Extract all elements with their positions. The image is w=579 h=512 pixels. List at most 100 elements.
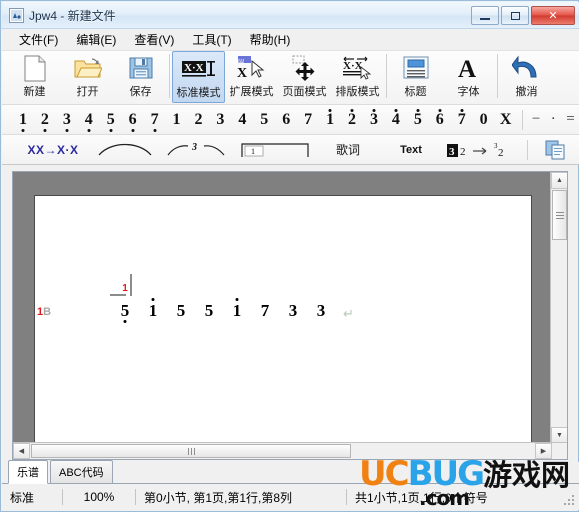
score-note-7[interactable]: 3 <box>279 296 307 326</box>
note-low-7[interactable]: 7 <box>144 107 166 133</box>
menu-file[interactable]: 文件(F) <box>10 29 67 50</box>
note-high-2[interactable]: 2 <box>341 107 363 133</box>
dot-extend-button[interactable]: · <box>545 111 562 128</box>
score-note-5[interactable]: 1 <box>223 296 251 326</box>
horizontal-scroll-thumb[interactable] <box>31 444 351 458</box>
view-tabs: 乐谱 ABC代码 <box>2 460 579 484</box>
resize-grip-icon[interactable] <box>564 495 576 507</box>
row-marker-letter: B <box>43 306 52 318</box>
menu-help[interactable]: 帮助(H) <box>241 29 300 50</box>
octave-dot-below-icon <box>123 320 127 323</box>
title-button[interactable]: 标题 <box>389 51 442 103</box>
svg-text:1: 1 <box>251 147 255 156</box>
triplet-button[interactable]: 3 <box>160 137 234 163</box>
note-mid-3[interactable]: 3 <box>209 107 231 133</box>
note-low-1[interactable]: 1 <box>12 107 34 133</box>
note-low-3[interactable]: 3 <box>56 107 78 133</box>
document-area[interactable]: 1 B 1 5 1 5 5 1 7 3 3 ↵ ▲ ▼ ◀ ▶ <box>12 171 568 460</box>
font-button[interactable]: A 字体 <box>442 51 495 103</box>
page-mode-button[interactable]: 页面模式 <box>278 51 331 103</box>
horizontal-scrollbar[interactable]: ◀ ▶ <box>13 442 567 459</box>
rest-button[interactable]: 0 <box>473 107 495 133</box>
scroll-right-button[interactable]: ▶ <box>535 443 552 459</box>
tab-abc-code-label: ABC代码 <box>59 467 104 479</box>
note-low-4[interactable]: 4 <box>78 107 100 133</box>
note-high-5[interactable]: 5 <box>407 107 429 133</box>
score-note-2[interactable]: 1 <box>139 296 167 326</box>
status-zoom: 100% <box>83 490 115 504</box>
status-mode: 标准 <box>10 490 35 505</box>
note-toolbar-separator <box>521 109 523 130</box>
menu-tools[interactable]: 工具(T) <box>183 29 240 50</box>
note-high-6[interactable]: 6 <box>429 107 451 133</box>
minimize-button[interactable] <box>471 6 499 25</box>
vertical-scroll-thumb[interactable] <box>552 190 567 240</box>
maximize-button[interactable] <box>501 6 529 25</box>
lyrics-button[interactable]: 歌词 <box>316 137 380 163</box>
repeat-bracket-icon: 1 <box>241 142 309 157</box>
extended-mode-button[interactable]: ш X 扩展模式 <box>225 51 278 103</box>
repeat-bracket-button[interactable]: 1 <box>234 137 316 163</box>
note-high-3[interactable]: 3 <box>363 107 385 133</box>
menu-view[interactable]: 查看(V) <box>125 29 183 50</box>
standard-mode-button[interactable]: X·X 标准模式 <box>172 51 225 103</box>
text-button[interactable]: Text <box>380 137 442 163</box>
layout-mode-label: 排版模式 <box>335 86 380 98</box>
note-mid-2[interactable]: 2 <box>188 107 210 133</box>
note-low-3-label: 3 <box>62 110 71 128</box>
double-dash-button[interactable]: = <box>562 111 579 128</box>
note-mid-1-label: 1 <box>172 110 181 128</box>
open-button[interactable]: 打开 <box>61 51 114 103</box>
status-totals: 共1小节,1页,1行,9个符号 <box>355 490 488 505</box>
dash-extend-button[interactable]: − <box>528 111 545 128</box>
new-button[interactable]: 新建 <box>8 51 61 103</box>
octave-dot-below-icon <box>131 128 135 132</box>
copy-button[interactable] <box>533 137 579 163</box>
slur-button[interactable] <box>90 137 160 163</box>
note-mid-4[interactable]: 4 <box>231 107 253 133</box>
undo-button[interactable]: 撤消 <box>500 51 553 103</box>
dotted-rhythm-button[interactable]: XX→X·X <box>16 137 90 163</box>
tab-abc-code[interactable]: ABC代码 <box>50 460 113 483</box>
open-button-label: 打开 <box>76 86 99 98</box>
score-note-4[interactable]: 5 <box>195 296 223 326</box>
score-note-6-value: 7 <box>260 301 270 320</box>
svg-text:A: A <box>458 56 476 81</box>
mute-label: X <box>499 110 512 128</box>
note-mid-6-label: 6 <box>282 110 291 128</box>
scroll-up-button[interactable]: ▲ <box>551 172 567 189</box>
score-note-8[interactable]: 3 <box>307 296 335 326</box>
svg-text:3: 3 <box>191 142 197 153</box>
time-signature-button[interactable]: 3 2 3 2 <box>442 137 522 163</box>
note-high-7[interactable]: 7 <box>451 107 473 133</box>
note-mid-7[interactable]: 7 <box>297 107 319 133</box>
layout-mode-button[interactable]: X·X 排版模式 <box>331 51 384 103</box>
score-notes[interactable]: 1 5 1 5 5 1 7 3 3 ↵ <box>111 283 354 326</box>
menu-edit[interactable]: 编辑(E) <box>67 29 125 50</box>
save-button[interactable]: 保存 <box>114 51 167 103</box>
note-mid-5[interactable]: 5 <box>253 107 275 133</box>
scroll-left-button[interactable]: ◀ <box>13 443 30 459</box>
marks-toolbar: XX→X·X 3 1 歌词 Text 3 2 3 2 <box>2 135 579 165</box>
score-note-1[interactable]: 1 5 <box>111 283 139 326</box>
octave-dot-above-icon <box>372 108 376 112</box>
note-low-6[interactable]: 6 <box>122 107 144 133</box>
score-page[interactable]: 1 B 1 5 1 5 5 1 7 3 3 ↵ <box>34 195 532 455</box>
note-high-1[interactable]: 1 <box>319 107 341 133</box>
note-high-3-label: 3 <box>369 110 378 128</box>
octave-dot-below-icon <box>87 128 91 132</box>
note-low-5[interactable]: 5 <box>100 107 122 133</box>
slur-icon <box>98 143 152 155</box>
tab-score[interactable]: 乐谱 <box>8 460 48 484</box>
vertical-scrollbar[interactable]: ▲ ▼ <box>550 172 567 444</box>
font-icon: A <box>456 54 482 82</box>
octave-dot-above-icon <box>394 108 398 112</box>
note-high-4[interactable]: 4 <box>385 107 407 133</box>
note-mid-1[interactable]: 1 <box>166 107 188 133</box>
score-note-6[interactable]: 7 <box>251 296 279 326</box>
score-note-3[interactable]: 5 <box>167 296 195 326</box>
note-mid-6[interactable]: 6 <box>275 107 297 133</box>
note-low-2[interactable]: 2 <box>34 107 56 133</box>
mute-button[interactable]: X <box>495 107 517 133</box>
close-button[interactable]: ✕ <box>531 6 575 25</box>
